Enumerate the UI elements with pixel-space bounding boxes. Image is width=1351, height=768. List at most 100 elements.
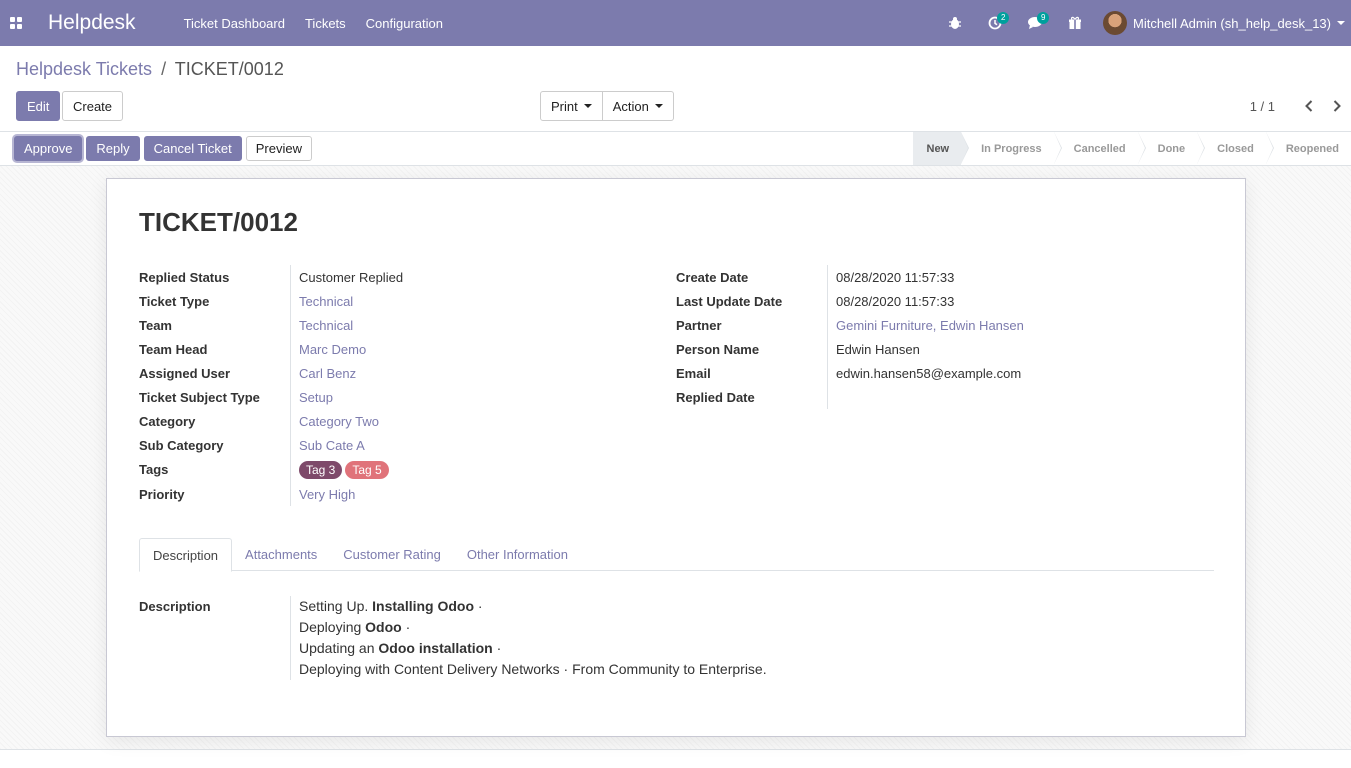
category-link[interactable]: Category Two bbox=[290, 409, 490, 433]
field-value: 08/28/2020 11:57:33 bbox=[827, 289, 1027, 313]
field-value bbox=[827, 385, 1027, 409]
form-sheet: TICKET/0012 Replied Status Customer Repl… bbox=[106, 178, 1246, 737]
chevron-down-icon bbox=[583, 104, 592, 108]
field-team-head: Team Head Marc Demo bbox=[139, 337, 490, 361]
pager-next-icon[interactable] bbox=[1323, 91, 1351, 121]
left-field-group: Replied Status Customer Replied Ticket T… bbox=[139, 265, 490, 506]
description-field: Description Setting Up. Installing Odoo … bbox=[139, 596, 767, 680]
field-label: Partner bbox=[676, 317, 722, 333]
field-label: Description bbox=[139, 599, 211, 614]
subject-type-link[interactable]: Setup bbox=[290, 385, 490, 409]
field-label: Team Head bbox=[139, 341, 208, 357]
print-button[interactable]: Print bbox=[540, 91, 603, 121]
reply-button[interactable]: Reply bbox=[86, 136, 140, 161]
pager: 1 / 1 bbox=[1250, 91, 1351, 121]
field-replied-date: Replied Date bbox=[676, 385, 1027, 409]
tag-badge[interactable]: Tag 5 bbox=[345, 460, 389, 479]
field-label: Create Date bbox=[676, 269, 749, 285]
description-line: Updating an Odoo installation · bbox=[299, 638, 767, 659]
tag-badge[interactable]: Tag 3 bbox=[299, 460, 343, 479]
description-line: Deploying with Content Delivery Networks… bbox=[299, 661, 767, 677]
activity-clock-icon[interactable]: 2 bbox=[975, 0, 1015, 46]
pager-previous-icon[interactable] bbox=[1295, 91, 1323, 121]
bold-text: Odoo installation bbox=[378, 640, 493, 656]
field-label: Assigned User bbox=[139, 365, 231, 381]
gift-icon[interactable] bbox=[1055, 0, 1095, 46]
stage-reopened[interactable]: Reopened bbox=[1266, 132, 1351, 165]
menu-ticket-dashboard[interactable]: Ticket Dashboard bbox=[174, 16, 295, 31]
debug-bug-icon[interactable] bbox=[935, 0, 975, 46]
app-brand[interactable]: Helpdesk bbox=[48, 11, 136, 35]
main-menu: Ticket Dashboard Tickets Configuration bbox=[174, 16, 453, 31]
field-team: Team Technical bbox=[139, 313, 490, 337]
description-line: Setting Up. Installing Odoo · bbox=[299, 596, 767, 617]
tags-value: Tag 3 Tag 5 bbox=[290, 457, 490, 482]
text: Updating an bbox=[299, 640, 379, 656]
field-label: Person Name bbox=[676, 341, 760, 357]
text: Setting Up. bbox=[299, 598, 373, 614]
field-sub-category: Sub Category Sub Cate A bbox=[139, 433, 490, 457]
field-assigned-user: Assigned User Carl Benz bbox=[139, 361, 490, 385]
assigned-user-link[interactable]: Carl Benz bbox=[290, 361, 490, 385]
chevron-down-icon bbox=[1337, 21, 1345, 25]
ticket-title: TICKET/0012 bbox=[139, 207, 298, 237]
apps-menu-icon[interactable] bbox=[0, 0, 32, 46]
tab-customer-rating[interactable]: Customer Rating bbox=[330, 538, 454, 571]
field-value: Customer Replied bbox=[290, 265, 490, 289]
preview-button[interactable]: Preview bbox=[245, 136, 312, 161]
tab-other-information[interactable]: Other Information bbox=[454, 538, 581, 571]
messages-chat-icon[interactable]: 9 bbox=[1015, 0, 1055, 46]
field-person-name: Person Name Edwin Hansen bbox=[676, 337, 1027, 361]
text: Deploying bbox=[299, 619, 366, 635]
pager-value[interactable]: 1 / 1 bbox=[1250, 99, 1275, 114]
top-navbar: Helpdesk Ticket Dashboard Tickets Config… bbox=[0, 0, 1351, 46]
text: · bbox=[492, 640, 502, 656]
stage-new[interactable]: New bbox=[912, 132, 969, 165]
field-label: Team bbox=[139, 317, 172, 333]
action-button[interactable]: Action bbox=[602, 91, 674, 121]
priority-value[interactable]: Very High bbox=[290, 482, 490, 506]
status-buttons: Approve Reply Cancel Ticket Preview bbox=[14, 136, 312, 161]
partner-link[interactable]: Gemini Furniture, Edwin Hansen bbox=[827, 313, 1027, 337]
team-head-link[interactable]: Marc Demo bbox=[290, 337, 490, 361]
sub-category-link[interactable]: Sub Cate A bbox=[290, 433, 490, 457]
text: · bbox=[474, 598, 483, 614]
ticket-type-link[interactable]: Technical bbox=[290, 289, 490, 313]
edit-button[interactable]: Edit bbox=[16, 91, 61, 121]
print-action-group: Print Action bbox=[540, 91, 674, 121]
cancel-ticket-button[interactable]: Cancel Ticket bbox=[143, 136, 242, 161]
description-body: Setting Up. Installing Odoo · Deploying … bbox=[290, 596, 767, 680]
field-label: Ticket Type bbox=[139, 293, 210, 309]
stage-in-progress[interactable]: In Progress bbox=[961, 132, 1062, 165]
stage-pipeline: New In Progress Cancelled Done Closed Re… bbox=[912, 132, 1351, 165]
field-create-date: Create Date 08/28/2020 11:57:33 bbox=[676, 265, 1027, 289]
breadcrumb: Helpdesk Tickets / TICKET/0012 bbox=[16, 59, 284, 80]
create-button[interactable]: Create bbox=[62, 91, 124, 121]
breadcrumb-separator: / bbox=[161, 59, 167, 79]
tab-attachments[interactable]: Attachments bbox=[232, 538, 330, 571]
statusbar: Approve Reply Cancel Ticket Preview New … bbox=[0, 132, 1351, 166]
messages-count-badge: 9 bbox=[1037, 12, 1050, 24]
form-content-area: TICKET/0012 Replied Status Customer Repl… bbox=[0, 166, 1351, 750]
stage-closed[interactable]: Closed bbox=[1197, 132, 1274, 165]
field-label: Replied Status bbox=[139, 269, 230, 285]
email-value[interactable]: edwin.hansen58@example.com bbox=[827, 361, 1027, 385]
breadcrumb-parent[interactable]: Helpdesk Tickets bbox=[16, 59, 152, 79]
field-ticket-type: Ticket Type Technical bbox=[139, 289, 490, 313]
team-link[interactable]: Technical bbox=[290, 313, 490, 337]
chevron-down-icon bbox=[654, 104, 663, 108]
field-category: Category Category Two bbox=[139, 409, 490, 433]
user-menu[interactable]: Mitchell Admin (sh_help_desk_13) bbox=[1095, 11, 1351, 35]
stage-done[interactable]: Done bbox=[1138, 132, 1205, 165]
field-value: Edwin Hansen bbox=[827, 337, 1027, 361]
field-label: Replied Date bbox=[676, 389, 755, 405]
avatar bbox=[1103, 11, 1127, 35]
stage-cancelled[interactable]: Cancelled bbox=[1054, 132, 1146, 165]
description-line: Deploying Odoo · bbox=[299, 617, 767, 638]
bold-text: Odoo bbox=[365, 619, 402, 635]
menu-tickets[interactable]: Tickets bbox=[295, 16, 356, 31]
tab-description[interactable]: Description bbox=[139, 538, 233, 572]
field-priority: Priority Very High bbox=[139, 482, 490, 506]
menu-configuration[interactable]: Configuration bbox=[356, 16, 453, 31]
approve-button[interactable]: Approve bbox=[14, 136, 83, 161]
